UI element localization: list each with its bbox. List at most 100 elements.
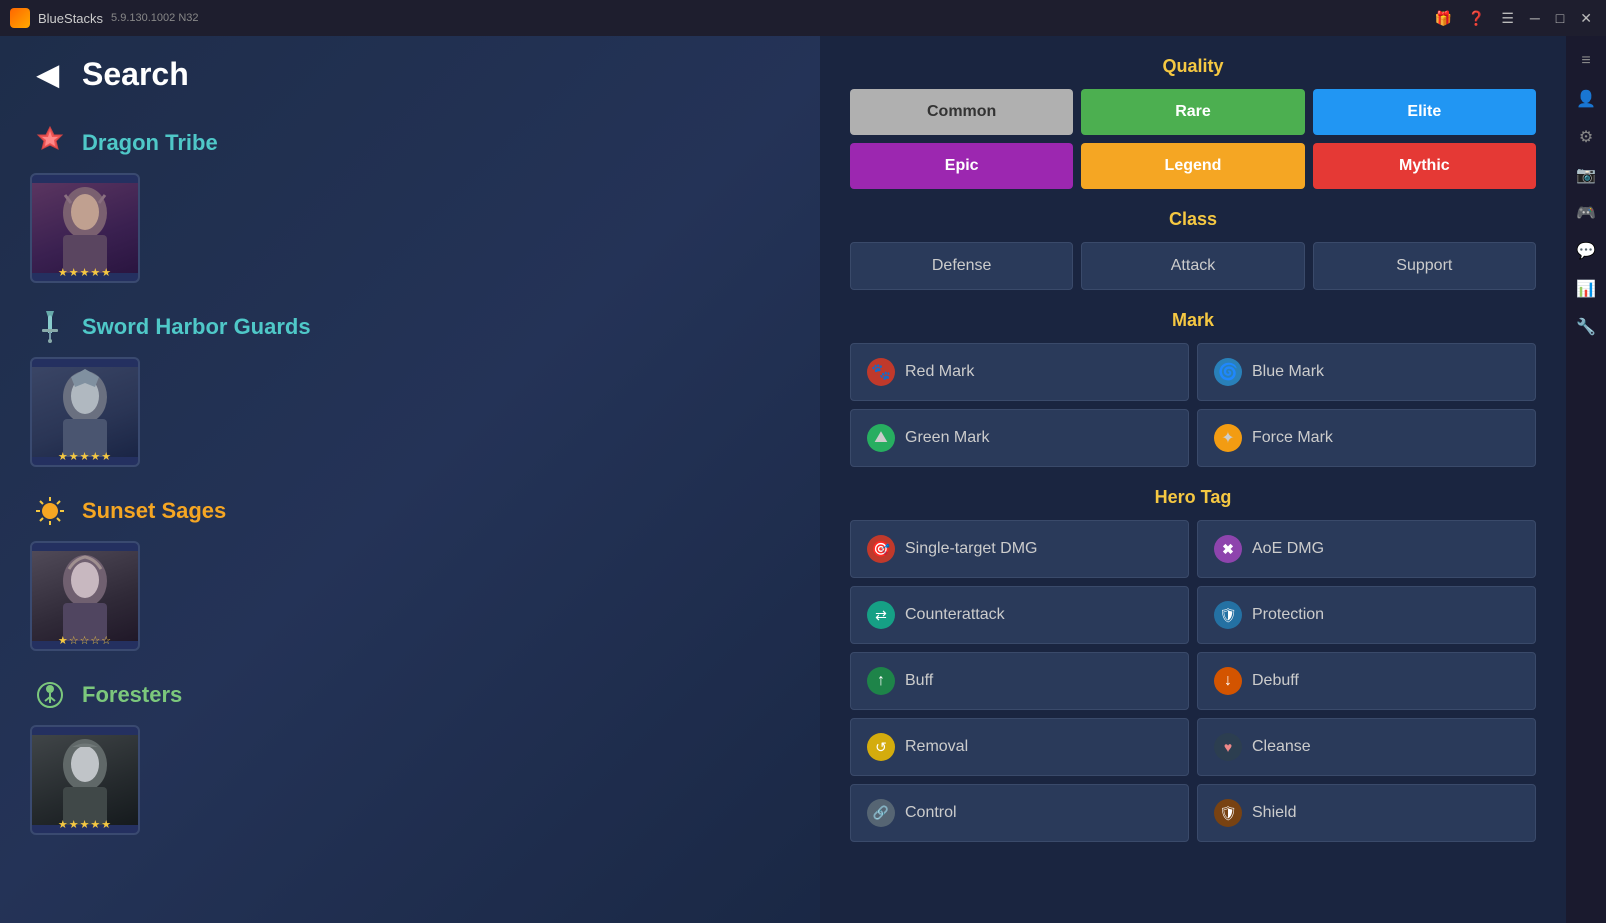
tag-label-cleanse: Cleanse: [1252, 738, 1311, 756]
quality-title: Quality: [850, 56, 1536, 77]
hero-stars-2: ★★★★★: [32, 450, 138, 463]
mark-btn-force[interactable]: ✦ Force Mark: [1197, 409, 1536, 467]
mark-label-red: Red Mark: [905, 363, 974, 381]
page-title: Search: [82, 56, 189, 93]
tag-icon-buff: ↑: [867, 667, 895, 695]
title-bar: BlueStacks 5.9.130.1002 N32 🎁 ❓ ☰ ─ □ ✕: [0, 0, 1606, 36]
app-logo: [10, 8, 30, 28]
hero-card-3[interactable]: ★☆☆☆☆: [30, 541, 140, 651]
back-arrow-icon: ◀: [37, 58, 59, 91]
tag-icon-removal: ↺: [867, 733, 895, 761]
faction-foresters: Foresters ★★★★★: [30, 675, 790, 835]
class-btn-attack[interactable]: Attack: [1081, 242, 1304, 290]
sidebar-icon-7[interactable]: 📊: [1571, 274, 1601, 304]
tag-icon-counterattack: ⇄: [867, 601, 895, 629]
mark-title: Mark: [850, 310, 1536, 331]
faction-header-sunset: Sunset Sages: [30, 491, 790, 531]
hero-card-4[interactable]: ★★★★★: [30, 725, 140, 835]
tag-label-control: Control: [905, 804, 957, 822]
gift-icon[interactable]: 🎁: [1430, 10, 1455, 27]
tag-btn-single-target[interactable]: 🎯 Single-target DMG: [850, 520, 1189, 578]
back-button[interactable]: ◀: [30, 57, 66, 93]
tag-icon-aoe: ✖: [1214, 535, 1242, 563]
mark-section: Mark 🐾 Red Mark 🌀 Blue Mark ⛰ Green Mark…: [850, 310, 1536, 467]
mark-icon-force: ✦: [1214, 424, 1242, 452]
tag-btn-removal[interactable]: ↺ Removal: [850, 718, 1189, 776]
faction-header-dragon: Dragon Tribe: [30, 123, 790, 163]
faction-header-foresters: Foresters: [30, 675, 790, 715]
quality-btn-mythic[interactable]: Mythic: [1313, 143, 1536, 189]
tag-btn-protection[interactable]: 🛡 Protection: [1197, 586, 1536, 644]
class-grid: Defense Attack Support: [850, 242, 1536, 290]
hero-tag-title: Hero Tag: [850, 487, 1536, 508]
quality-btn-common[interactable]: Common: [850, 89, 1073, 135]
mark-btn-red[interactable]: 🐾 Red Mark: [850, 343, 1189, 401]
quality-btn-rare[interactable]: Rare: [1081, 89, 1304, 135]
mark-btn-blue[interactable]: 🌀 Blue Mark: [1197, 343, 1536, 401]
tag-label-protection: Protection: [1252, 606, 1324, 624]
page-header: ◀ Search: [30, 56, 790, 93]
quality-btn-epic[interactable]: Epic: [850, 143, 1073, 189]
tag-btn-debuff[interactable]: ↓ Debuff: [1197, 652, 1536, 710]
hero-card-1[interactable]: ★★★★★: [30, 173, 140, 283]
tag-btn-shield[interactable]: 🛡 Shield: [1197, 784, 1536, 842]
tag-icon-single: 🎯: [867, 535, 895, 563]
sidebar-icon-5[interactable]: 🎮: [1571, 198, 1601, 228]
sidebar-icon-6[interactable]: 💬: [1571, 236, 1601, 266]
hero-card-2[interactable]: ★★★★★: [30, 357, 140, 467]
menu-icon[interactable]: ☰: [1497, 10, 1518, 27]
tag-btn-cleanse[interactable]: ♥ Cleanse: [1197, 718, 1536, 776]
quality-btn-elite[interactable]: Elite: [1313, 89, 1536, 135]
close-icon[interactable]: ✕: [1576, 10, 1596, 27]
faction-header-sword: Sword Harbor Guards: [30, 307, 790, 347]
class-title: Class: [850, 209, 1536, 230]
tag-icon-debuff: ↓: [1214, 667, 1242, 695]
class-btn-support[interactable]: Support: [1313, 242, 1536, 290]
tag-label-buff: Buff: [905, 672, 933, 690]
quality-grid: Common Rare Elite: [850, 89, 1536, 135]
tag-label-debuff: Debuff: [1252, 672, 1299, 690]
tag-btn-buff[interactable]: ↑ Buff: [850, 652, 1189, 710]
quality-btn-legend[interactable]: Legend: [1081, 143, 1304, 189]
minimize-icon[interactable]: ─: [1526, 10, 1544, 26]
hero-portrait-3: [32, 551, 138, 641]
mark-icon-blue: 🌀: [1214, 358, 1242, 386]
mark-icon-red: 🐾: [867, 358, 895, 386]
mark-label-green: Green Mark: [905, 429, 989, 447]
tag-btn-control[interactable]: 🔗 Control: [850, 784, 1189, 842]
faction-dragon-tribe: Dragon Tribe ★★★★★: [30, 123, 790, 283]
hero-stars-1: ★★★★★: [32, 266, 138, 279]
quality-section: Quality Common Rare Elite Epic Legend My…: [850, 56, 1536, 189]
tag-label-shield: Shield: [1252, 804, 1296, 822]
tag-icon-protection: 🛡: [1214, 601, 1242, 629]
mark-icon-green: ⛰: [867, 424, 895, 452]
faction-icon-foresters: [30, 675, 70, 715]
app-version: 5.9.130.1002 N32: [111, 12, 198, 24]
faction-name-foresters: Foresters: [82, 682, 182, 708]
tag-grid: 🎯 Single-target DMG ✖ AoE DMG ⇄ Countera…: [850, 520, 1536, 842]
maximize-icon[interactable]: □: [1552, 10, 1568, 26]
class-btn-defense[interactable]: Defense: [850, 242, 1073, 290]
hero-portrait-4: [32, 735, 138, 825]
tag-btn-counterattack[interactable]: ⇄ Counterattack: [850, 586, 1189, 644]
faction-name-sword: Sword Harbor Guards: [82, 314, 311, 340]
tag-btn-aoe[interactable]: ✖ AoE DMG: [1197, 520, 1536, 578]
sidebar-icon-3[interactable]: ⚙: [1571, 122, 1601, 152]
class-section: Class Defense Attack Support: [850, 209, 1536, 290]
tag-icon-cleanse: ♥: [1214, 733, 1242, 761]
mark-btn-green[interactable]: ⛰ Green Mark: [850, 409, 1189, 467]
hero-portrait-2: [32, 367, 138, 457]
sidebar-icon-8[interactable]: 🔧: [1571, 312, 1601, 342]
tag-label-removal: Removal: [905, 738, 968, 756]
sidebar-icon-2[interactable]: 👤: [1571, 84, 1601, 114]
sidebar-icon-4[interactable]: 📷: [1571, 160, 1601, 190]
tag-icon-control: 🔗: [867, 799, 895, 827]
help-icon[interactable]: ❓: [1464, 10, 1489, 27]
tag-label-aoe: AoE DMG: [1252, 540, 1324, 558]
hero-stars-3: ★☆☆☆☆: [32, 634, 138, 647]
hero-portrait-1: [32, 183, 138, 273]
mark-label-blue: Blue Mark: [1252, 363, 1324, 381]
sidebar-icon-1[interactable]: ≡: [1571, 46, 1601, 76]
faction-icon-sunset: [30, 491, 70, 531]
quality-grid-2: Epic Legend Mythic: [850, 143, 1536, 189]
